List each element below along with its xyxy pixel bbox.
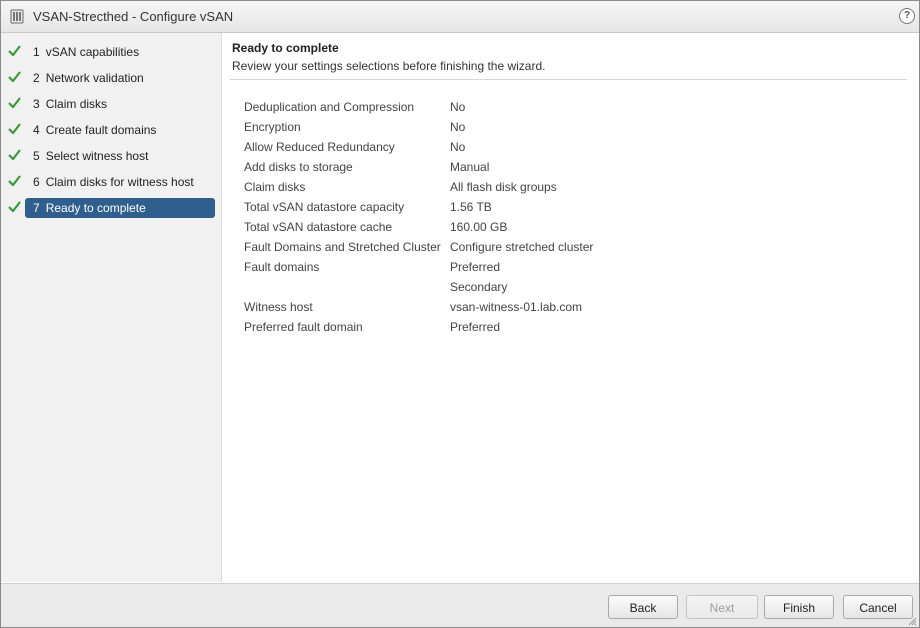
summary-row: Claim disks All flash disk groups <box>244 179 664 199</box>
summary-value: No <box>450 140 466 154</box>
summary-row: Witness host vsan-witness-01.lab.com <box>244 299 664 319</box>
summary-row: Fault domains Preferred <box>244 259 664 279</box>
page-description: Review your settings selections before f… <box>232 59 546 73</box>
wizard-steps-sidebar: 1 vSAN capabilities 2 Network validation 3… <box>1 33 222 582</box>
configure-vsan-dialog: VSAN-Strecthed - Configure vSAN ? 1 vSAN … <box>0 0 920 628</box>
summary-key: Preferred fault domain <box>244 320 363 334</box>
wizard-step-1[interactable]: 1 vSAN capabilities <box>1 41 221 63</box>
wizard-step-label: 7 Ready to complete <box>25 198 215 218</box>
summary-row: Allow Reduced Redundancy No <box>244 139 664 159</box>
summary-key: Add disks to storage <box>244 160 353 174</box>
summary-value: Preferred <box>450 260 501 274</box>
summary-value: Secondary <box>450 280 508 294</box>
summary-key: Witness host <box>244 300 313 314</box>
checkmark-icon <box>8 149 21 160</box>
wizard-step-7[interactable]: 7 Ready to complete <box>1 197 221 219</box>
wizard-step-4[interactable]: 4 Create fault domains <box>1 119 221 141</box>
checkmark-icon <box>8 45 21 56</box>
back-button[interactable]: Back <box>608 595 678 619</box>
summary-value: All flash disk groups <box>450 180 557 194</box>
title-bar: VSAN-Strecthed - Configure vSAN ? <box>1 1 919 33</box>
summary-row: Total vSAN datastore capacity 1.56 TB <box>244 199 664 219</box>
resize-grip-icon[interactable] <box>907 616 917 626</box>
checkmark-icon <box>8 97 21 108</box>
checkmark-icon <box>8 71 21 82</box>
summary-row: Add disks to storage Manual <box>244 159 664 179</box>
summary-value: Configure stretched cluster <box>450 240 594 254</box>
summary-value: 1.56 TB <box>450 200 492 214</box>
summary-key: Encryption <box>244 120 301 134</box>
wizard-step-label: 5 Select witness host <box>33 149 149 163</box>
wizard-step-2[interactable]: 2 Network validation <box>1 67 221 89</box>
wizard-step-label: 6 Claim disks for witness host <box>33 175 194 189</box>
divider <box>230 79 907 80</box>
summary-value: Manual <box>450 160 490 174</box>
summary-row: Preferred fault domain Preferred <box>244 319 664 339</box>
summary-key: Total vSAN datastore capacity <box>244 200 405 214</box>
wizard-step-3[interactable]: 3 Claim disks <box>1 93 221 115</box>
summary-value: 160.00 GB <box>450 220 508 234</box>
dialog-footer: Back Next Finish Cancel <box>1 583 919 627</box>
summary-row: Fault Domains and Stretched Cluster Confi… <box>244 239 664 259</box>
wizard-step-label: 4 Create fault domains <box>33 123 157 137</box>
wizard-step-5[interactable]: 5 Select witness host <box>1 145 221 167</box>
main-content: Ready to complete Review your settings s… <box>222 33 919 582</box>
summary-row: Secondary <box>244 279 664 299</box>
wizard-step-label: 3 Claim disks <box>33 97 108 111</box>
checkmark-icon <box>8 123 21 134</box>
summary-key: Allow Reduced Redundancy <box>244 140 395 154</box>
wizard-step-6[interactable]: 6 Claim disks for witness host <box>1 171 221 193</box>
finish-button[interactable]: Finish <box>764 595 834 619</box>
summary-key <box>244 279 450 299</box>
summary-value: No <box>450 100 466 114</box>
cancel-button[interactable]: Cancel <box>843 595 913 619</box>
summary-key: Deduplication and Compression <box>244 100 415 114</box>
settings-summary-table: Deduplication and Compression No Encrypti… <box>244 99 664 339</box>
help-icon[interactable]: ? <box>899 8 915 24</box>
page-title: Ready to complete <box>232 41 339 55</box>
wizard-step-label: 2 Network validation <box>33 71 144 85</box>
summary-key: Total vSAN datastore cache <box>244 220 393 234</box>
summary-value: No <box>450 120 466 134</box>
checkmark-icon <box>8 201 21 212</box>
checkmark-icon <box>8 175 21 186</box>
summary-key: Fault Domains and Stretched Cluster <box>244 240 441 254</box>
summary-value: vsan-witness-01.lab.com <box>450 300 583 314</box>
summary-row: Deduplication and Compression No <box>244 99 664 119</box>
dialog-title: VSAN-Strecthed - Configure vSAN <box>33 9 234 24</box>
summary-key: Claim disks <box>244 180 306 194</box>
summary-row: Total vSAN datastore cache 160.00 GB <box>244 219 664 239</box>
summary-value: Preferred <box>450 320 501 334</box>
wizard-step-label: 1 vSAN capabilities <box>33 45 140 59</box>
summary-key: Fault domains <box>244 260 320 274</box>
next-button[interactable]: Next <box>686 595 758 619</box>
vsan-cluster-icon <box>10 9 24 24</box>
summary-row: Encryption No <box>244 119 664 139</box>
